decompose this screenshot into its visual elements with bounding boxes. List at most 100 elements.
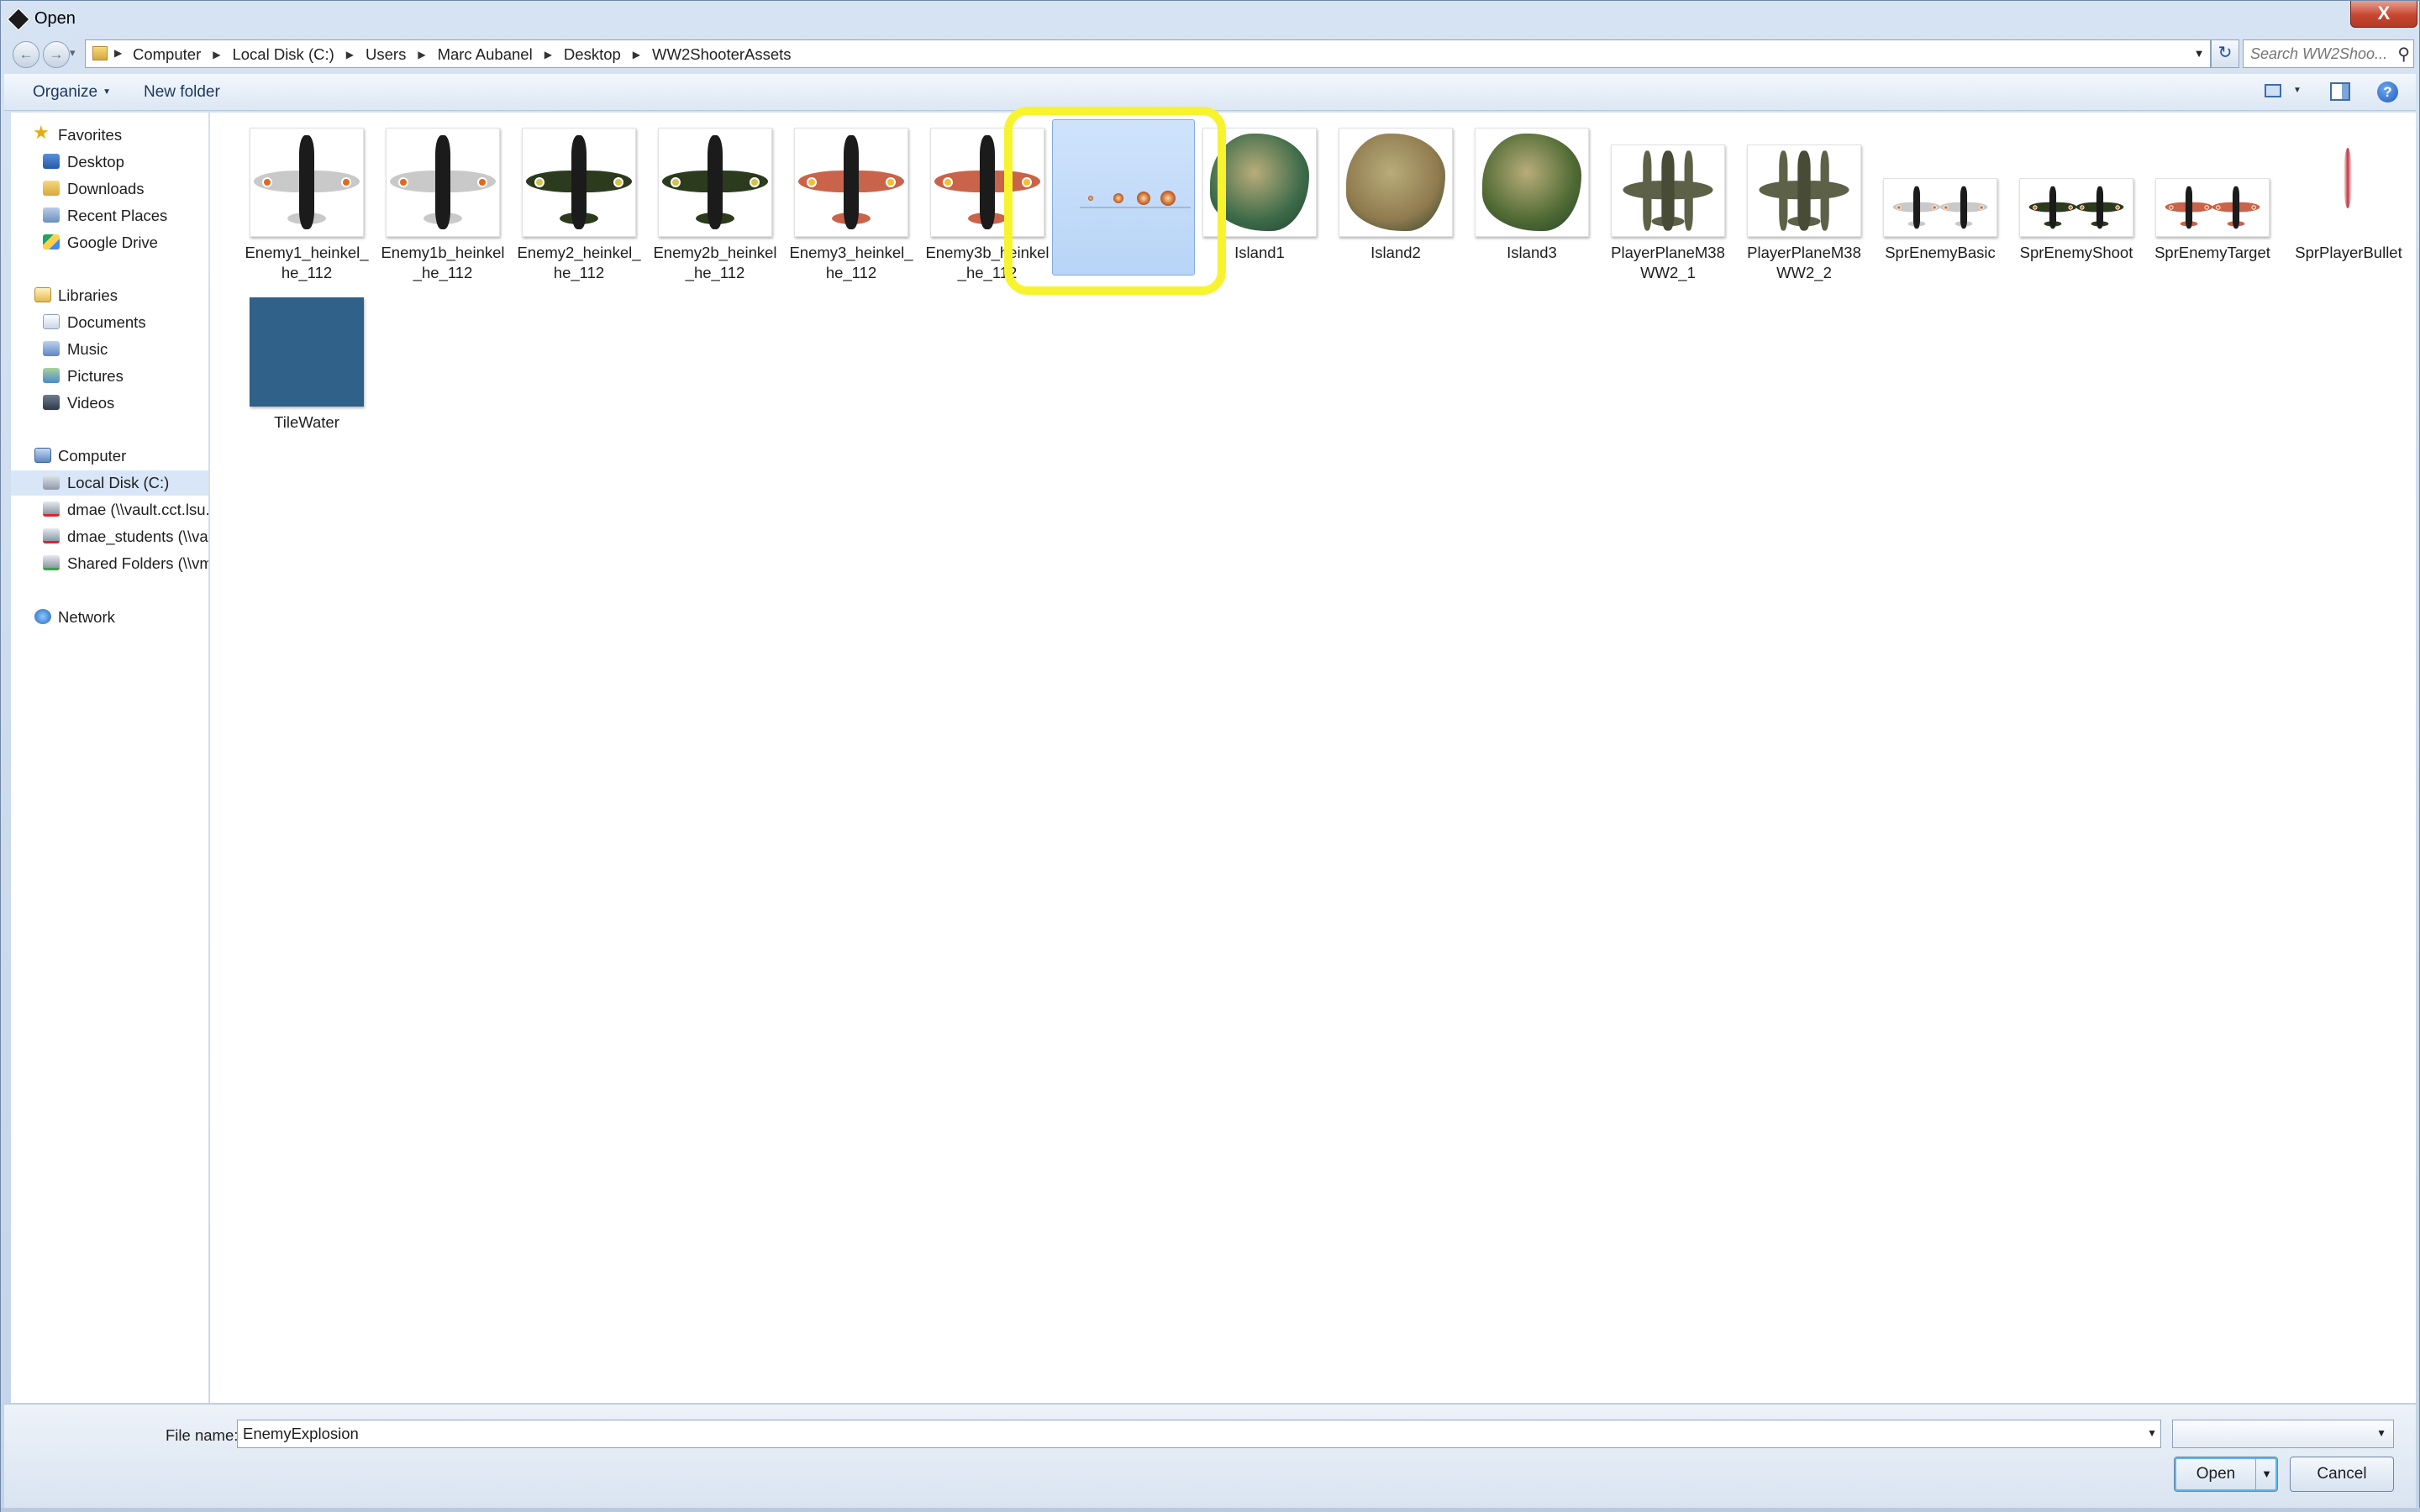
file-tile[interactable]: Island3 — [1464, 128, 1600, 263]
file-type-select[interactable]: ▼ — [2172, 1420, 2394, 1448]
file-tile[interactable]: Island2 — [1328, 128, 1464, 263]
file-tile[interactable]: PlayerPlaneM38 WW2_1 — [1600, 128, 1736, 283]
view-options-caret-icon[interactable]: ▼ — [2293, 86, 2302, 95]
search-input[interactable] — [2250, 41, 2391, 66]
file-tile[interactable]: SprPlayerBullet — [2281, 128, 2417, 263]
file-name-line: _he_112 — [685, 264, 745, 281]
nav-favorites[interactable]: ★ Favorites — [11, 122, 208, 148]
nav-network-drive-dmae[interactable]: dmae (\\vault.cct.lsu.e — [11, 497, 208, 522]
chevron-right-icon[interactable]: ▶ — [213, 49, 220, 60]
file-thumbnail — [794, 128, 908, 237]
file-name-line: _he_112 — [413, 264, 473, 281]
file-tile[interactable]: SprEnemyBasic — [1872, 128, 2008, 263]
close-button[interactable]: X — [2350, 1, 2417, 28]
chevron-right-icon[interactable]: ▶ — [114, 47, 122, 59]
forward-button[interactable]: → — [43, 41, 70, 68]
file-tile[interactable]: PlayerPlaneM38 WW2_2 — [1736, 128, 1872, 283]
plane-image — [1892, 185, 1941, 230]
plane-image — [2075, 185, 2124, 230]
nav-music-label: Music — [67, 340, 108, 358]
breadcrumb-local-disk[interactable]: Local Disk (C:) — [232, 45, 334, 64]
breadcrumb-desktop[interactable]: Desktop — [564, 45, 621, 64]
organize-button[interactable]: Organize ▼ — [33, 83, 111, 102]
chevron-right-icon[interactable]: ▶ — [418, 49, 425, 60]
recent-locations-dropdown[interactable]: ▾ — [70, 46, 76, 60]
file-tile[interactable]: EnemyExplosion — [1052, 119, 1195, 276]
nav-network-drive-students[interactable]: dmae_students (\\vau — [11, 524, 208, 549]
nav-shared-folders-label: Shared Folders (\\vm — [67, 554, 209, 572]
disconnected-drive-icon — [43, 501, 60, 517]
nav-downloads[interactable]: Downloads — [11, 176, 208, 202]
nav-shared-folders[interactable]: Shared Folders (\\vm — [11, 551, 209, 576]
nav-music[interactable]: Music — [11, 337, 208, 362]
file-tile[interactable]: Island1 — [1192, 128, 1328, 263]
open-button[interactable]: Open ▼ — [2174, 1457, 2278, 1492]
nav-libraries[interactable]: Libraries — [11, 283, 208, 308]
file-name-label: Enemy3_heinkel_ he_112 — [783, 243, 919, 283]
address-dropdown-icon[interactable]: ▼ — [2188, 40, 2210, 67]
plane-image — [254, 132, 360, 233]
change-view-icon[interactable] — [2265, 84, 2281, 97]
file-name-line: he_112 — [553, 264, 605, 281]
file-tile[interactable]: Enemy1b_heinkel _he_112 — [375, 128, 511, 283]
chevron-right-icon[interactable]: ▶ — [346, 49, 354, 60]
nav-google-drive-label: Google Drive — [67, 234, 158, 251]
file-name-label: TileWater — [239, 412, 375, 433]
nav-recent-places[interactable]: Recent Places — [11, 203, 208, 228]
help-icon[interactable]: ? — [2377, 81, 2398, 102]
file-tile[interactable]: Enemy2_heinkel_ he_112 — [511, 128, 647, 283]
nav-favorites-label: Favorites — [58, 126, 123, 144]
file-tile[interactable]: Enemy3b_heinkel _he_112 — [919, 128, 1055, 283]
plane-image — [1759, 148, 1849, 234]
computer-icon — [34, 448, 51, 463]
nav-desktop[interactable]: Desktop — [11, 150, 208, 175]
nav-google-drive[interactable]: Google Drive — [11, 230, 208, 255]
file-tile[interactable]: TileWater — [239, 297, 375, 433]
search-icon[interactable]: ⚲ — [2397, 44, 2410, 65]
chevron-right-icon[interactable]: ▶ — [544, 49, 552, 60]
breadcrumb-current-folder[interactable]: WW2ShooterAssets — [652, 45, 792, 64]
file-thumbnail — [250, 128, 364, 237]
chevron-down-icon[interactable]: ▼ — [2376, 1427, 2386, 1439]
chevron-right-icon[interactable]: ▶ — [633, 49, 640, 60]
file-list[interactable]: Enemy1_heinkel_ he_112 Enemy1b_heinkel _he_… — [210, 113, 2416, 1403]
desktop-icon — [43, 154, 60, 169]
nav-network[interactable]: Network — [11, 605, 208, 630]
file-name-line: Enemy1b_heinkel — [381, 244, 505, 261]
file-thumbnail — [522, 128, 636, 237]
nav-computer[interactable]: Computer — [11, 444, 208, 469]
file-name-line: Enemy2_heinkel_ — [517, 244, 641, 261]
back-button[interactable]: ← — [13, 41, 39, 68]
address-bar[interactable]: ▶ Computer ▶ Local Disk (C:) ▶ Users ▶ M… — [85, 39, 2211, 68]
nav-documents[interactable]: Documents — [11, 310, 208, 335]
new-folder-button[interactable]: New folder — [144, 83, 220, 102]
file-tile[interactable]: SprEnemyShoot — [2008, 128, 2144, 263]
nav-pictures[interactable]: Pictures — [11, 364, 208, 389]
open-options-dropdown-icon[interactable]: ▼ — [2255, 1457, 2277, 1491]
file-tile[interactable]: Enemy2b_heinkel _he_112 — [647, 128, 783, 283]
file-tile[interactable]: SprEnemyTarget — [2144, 128, 2281, 263]
file-tile[interactable]: Enemy3_heinkel_ he_112 — [783, 128, 919, 283]
file-name-label: SprEnemyTarget — [2144, 243, 2281, 263]
refresh-button[interactable]: ↻ — [2211, 39, 2239, 68]
breadcrumb-computer[interactable]: Computer — [133, 45, 201, 64]
nav-local-disk[interactable]: Local Disk (C:) — [11, 470, 208, 496]
file-name-combo[interactable]: ▼ — [237, 1420, 2161, 1448]
breadcrumb-users[interactable]: Users — [366, 45, 406, 64]
cancel-button[interactable]: Cancel — [2290, 1457, 2394, 1492]
app-icon — [6, 7, 31, 32]
file-name-field[interactable] — [243, 1421, 2133, 1446]
back-arrow-icon: ← — [18, 46, 34, 62]
plane-image — [390, 132, 496, 233]
nav-videos[interactable]: Videos — [11, 391, 208, 416]
search-box[interactable]: ⚲ — [2243, 39, 2414, 68]
chevron-down-icon[interactable]: ▼ — [2147, 1427, 2157, 1439]
file-name-line: Enemy2b_heinkel — [653, 244, 777, 261]
file-tile[interactable]: Enemy1_heinkel_ he_112 — [239, 128, 375, 283]
preview-pane-icon[interactable] — [2330, 82, 2350, 101]
explosion-frame — [1160, 191, 1176, 206]
breadcrumb-user-folder[interactable]: Marc Aubanel — [438, 45, 533, 64]
file-name-label: Enemy2b_heinkel _he_112 — [647, 243, 783, 283]
navigation-pane: ★ Favorites Desktop Downloads Recent Pla… — [11, 113, 209, 1403]
plane-image — [2028, 185, 2077, 230]
